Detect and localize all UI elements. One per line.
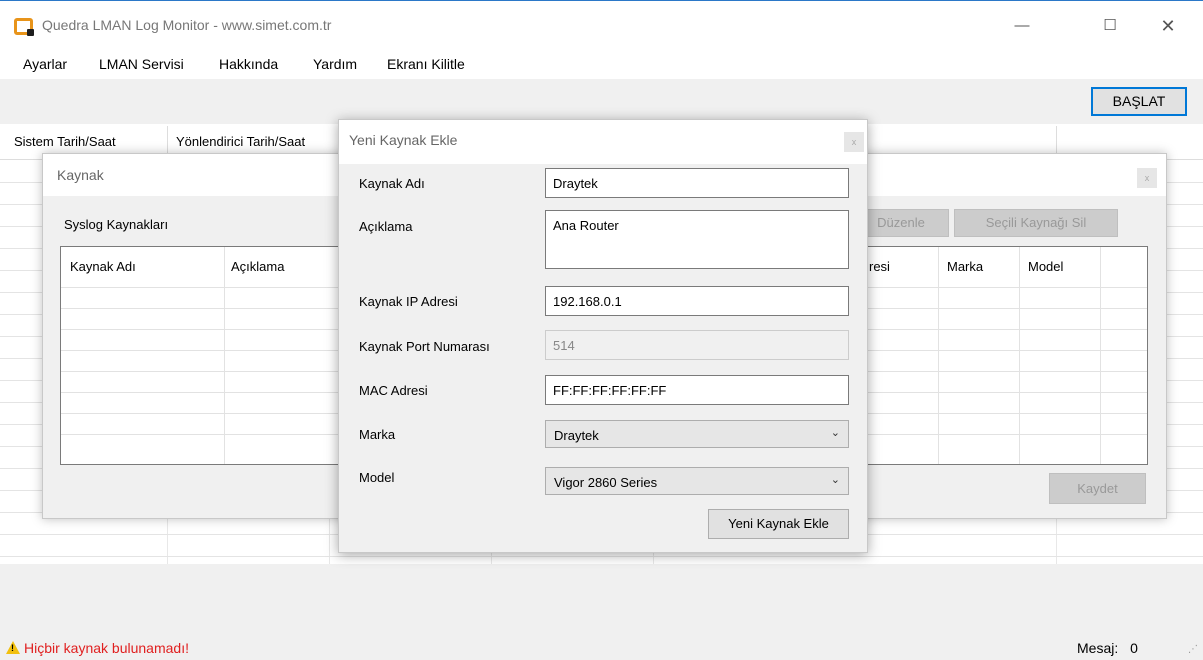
source-name-label: Kaynak Adı bbox=[359, 176, 425, 191]
message-count: 0 bbox=[1130, 640, 1138, 656]
column-divider bbox=[224, 247, 225, 464]
save-button[interactable]: Kaydet bbox=[1049, 473, 1146, 504]
column-divider bbox=[1100, 247, 1101, 464]
brand-select-value: Draytek bbox=[554, 428, 599, 443]
col-router-time[interactable]: Yönlendirici Tarih/Saat bbox=[176, 134, 305, 149]
message-counter: Mesaj: 0 bbox=[1077, 640, 1138, 656]
source-port-input: 514 bbox=[545, 330, 849, 360]
col-source-name[interactable]: Kaynak Adı bbox=[70, 259, 136, 274]
model-select-value: Vigor 2860 Series bbox=[554, 475, 658, 490]
status-warning-text: Hiçbir kaynak bulunamadı! bbox=[24, 640, 189, 656]
menu-item-hakkinda[interactable]: Hakkında bbox=[219, 56, 278, 72]
add-source-button[interactable]: Yeni Kaynak Ekle bbox=[708, 509, 849, 539]
app-icon bbox=[14, 18, 34, 36]
minimize-button[interactable]: — bbox=[1002, 11, 1042, 41]
add-source-dialog-titlebar[interactable]: Yeni Kaynak Ekle x bbox=[339, 120, 867, 164]
add-source-dialog-title: Yeni Kaynak Ekle bbox=[349, 132, 458, 148]
description-label: Açıklama bbox=[359, 219, 413, 234]
kaynak-dialog-close-button[interactable]: x bbox=[1137, 168, 1157, 188]
col-system-time[interactable]: Sistem Tarih/Saat bbox=[14, 134, 116, 149]
menu-bar: Ayarlar LMAN Servisi Hakkında Yardım Ekr… bbox=[0, 49, 1203, 79]
source-port-label: Kaynak Port Numarası bbox=[359, 339, 490, 354]
add-source-dialog-close-button[interactable]: x bbox=[844, 132, 864, 152]
delete-source-button[interactable]: Seçili Kaynağı Sil bbox=[954, 209, 1118, 237]
status-bar: Hiçbir kaynak bulunamadı! Mesaj: 0 ⋰ bbox=[0, 564, 1203, 660]
col-ip-address[interactable]: resi bbox=[869, 259, 890, 274]
mac-address-label: MAC Adresi bbox=[359, 383, 428, 398]
source-name-input[interactable]: Draytek bbox=[545, 168, 849, 198]
resize-grip-icon[interactable]: ⋰ bbox=[1188, 644, 1200, 656]
brand-select[interactable]: Draytek ⌄ bbox=[545, 420, 849, 448]
brand-label: Marka bbox=[359, 427, 396, 442]
description-input[interactable]: Ana Router bbox=[545, 210, 849, 269]
close-button[interactable]: ✕ bbox=[1148, 11, 1188, 41]
column-divider bbox=[1019, 247, 1020, 464]
chevron-down-icon: ⌄ bbox=[830, 427, 840, 439]
column-divider bbox=[938, 247, 939, 464]
menu-item-yardim[interactable]: Yardım bbox=[313, 56, 357, 72]
grid-row-line bbox=[0, 556, 1203, 557]
window-title: Quedra LMAN Log Monitor - www.simet.com.… bbox=[42, 17, 332, 33]
start-button[interactable]: BAŞLAT bbox=[1091, 87, 1187, 116]
source-ip-input[interactable]: 192.168.0.1 bbox=[545, 286, 849, 316]
source-ip-label: Kaynak IP Adresi bbox=[359, 294, 458, 309]
add-source-dialog: Yeni Kaynak Ekle x Kaynak Adı Draytek Aç… bbox=[338, 119, 868, 553]
col-brand[interactable]: Marka bbox=[947, 259, 983, 274]
syslog-sources-label: Syslog Kaynakları bbox=[64, 217, 169, 232]
warning-icon bbox=[6, 641, 20, 654]
model-select[interactable]: Vigor 2860 Series ⌄ bbox=[545, 467, 849, 495]
col-model[interactable]: Model bbox=[1028, 259, 1063, 274]
menu-item-ayarlar[interactable]: Ayarlar bbox=[23, 56, 67, 72]
model-label: Model bbox=[359, 470, 395, 485]
chevron-down-icon: ⌄ bbox=[830, 474, 840, 486]
col-description[interactable]: Açıklama bbox=[231, 259, 284, 274]
menu-item-ekrani-kilitle[interactable]: Ekranı Kilitle bbox=[387, 56, 465, 72]
mac-address-input[interactable]: FF:FF:FF:FF:FF:FF bbox=[545, 375, 849, 405]
message-label: Mesaj: bbox=[1077, 640, 1119, 656]
maximize-button[interactable]: ☐ bbox=[1090, 11, 1130, 41]
toolbar: BAŞLAT bbox=[0, 79, 1203, 124]
title-bar: Quedra LMAN Log Monitor - www.simet.com.… bbox=[0, 0, 1203, 49]
kaynak-dialog-title: Kaynak bbox=[57, 167, 104, 183]
menu-item-lman-servisi[interactable]: LMAN Servisi bbox=[99, 56, 184, 72]
